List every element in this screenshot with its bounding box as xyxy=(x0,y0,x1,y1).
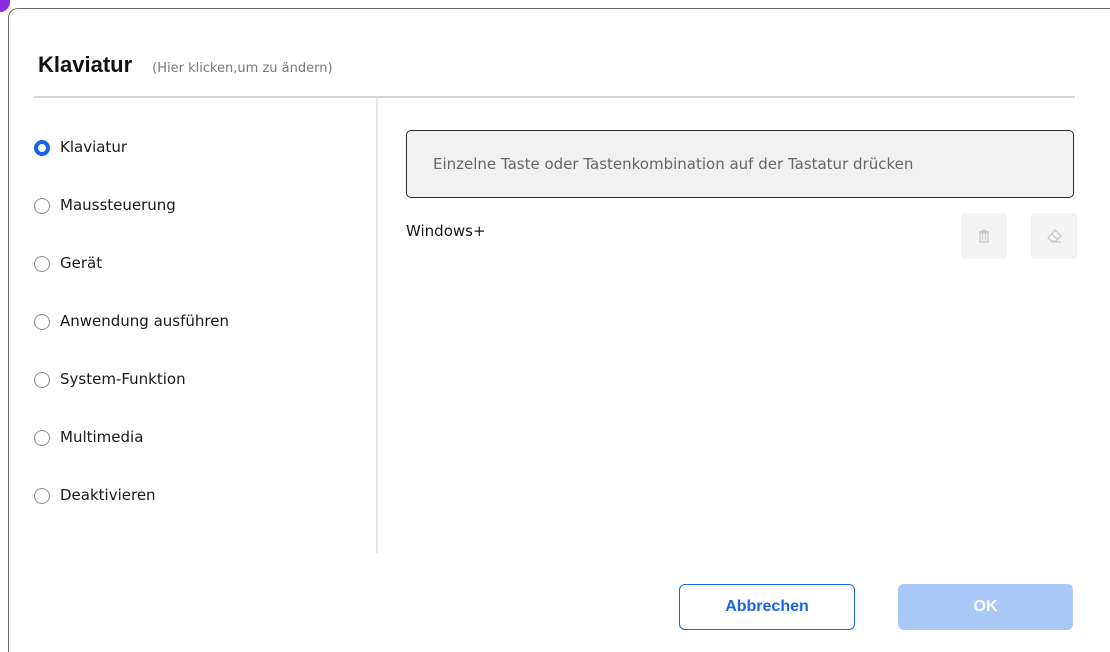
dialog-title[interactable]: Klaviatur xyxy=(38,52,132,78)
option-klaviatur[interactable]: Klaviatur xyxy=(34,130,364,188)
radio-icon[interactable] xyxy=(34,198,50,214)
option-label: Gerät xyxy=(60,254,103,272)
option-geraet[interactable]: Gerät xyxy=(34,246,364,304)
header-divider xyxy=(34,96,1075,98)
radio-icon[interactable] xyxy=(34,372,50,388)
key-capture-input[interactable] xyxy=(406,130,1074,198)
radio-icon[interactable] xyxy=(34,488,50,504)
panel-divider xyxy=(376,98,378,553)
option-label: Klaviatur xyxy=(60,138,127,156)
app-window: Klaviatur (Hier klicken,um zu ändern) Kl… xyxy=(0,0,1110,652)
option-multimedia[interactable]: Multimedia xyxy=(34,420,364,478)
cancel-button[interactable]: Abbrechen xyxy=(679,584,855,630)
function-type-list: Klaviatur Maussteuerung Gerät Anwendung … xyxy=(34,130,364,536)
option-maussteuerung[interactable]: Maussteuerung xyxy=(34,188,364,246)
eraser-icon xyxy=(1047,229,1062,243)
option-label: Maussteuerung xyxy=(60,196,176,214)
radio-icon[interactable] xyxy=(34,256,50,272)
option-label: Multimedia xyxy=(60,428,144,446)
ok-button[interactable]: OK xyxy=(898,584,1073,630)
radio-icon[interactable] xyxy=(34,314,50,330)
option-deaktivieren[interactable]: Deaktivieren xyxy=(34,478,364,536)
radio-icon[interactable] xyxy=(34,430,50,446)
radio-selected-icon[interactable] xyxy=(34,140,50,156)
key-combination-display: Windows+ xyxy=(406,222,486,240)
dialog-header: Klaviatur (Hier klicken,um zu ändern) xyxy=(38,52,333,88)
option-label: System-Funktion xyxy=(60,370,186,388)
change-hint[interactable]: (Hier klicken,um zu ändern) xyxy=(152,61,332,76)
option-label: Deaktivieren xyxy=(60,486,156,504)
option-system-funktion[interactable]: System-Funktion xyxy=(34,362,364,420)
option-anwendung-ausfuehren[interactable]: Anwendung ausführen xyxy=(34,304,364,362)
clear-button[interactable] xyxy=(1031,213,1077,259)
option-label: Anwendung ausführen xyxy=(60,312,229,330)
window-accent xyxy=(0,0,10,12)
delete-button[interactable] xyxy=(961,213,1007,259)
trash-icon xyxy=(979,229,989,243)
